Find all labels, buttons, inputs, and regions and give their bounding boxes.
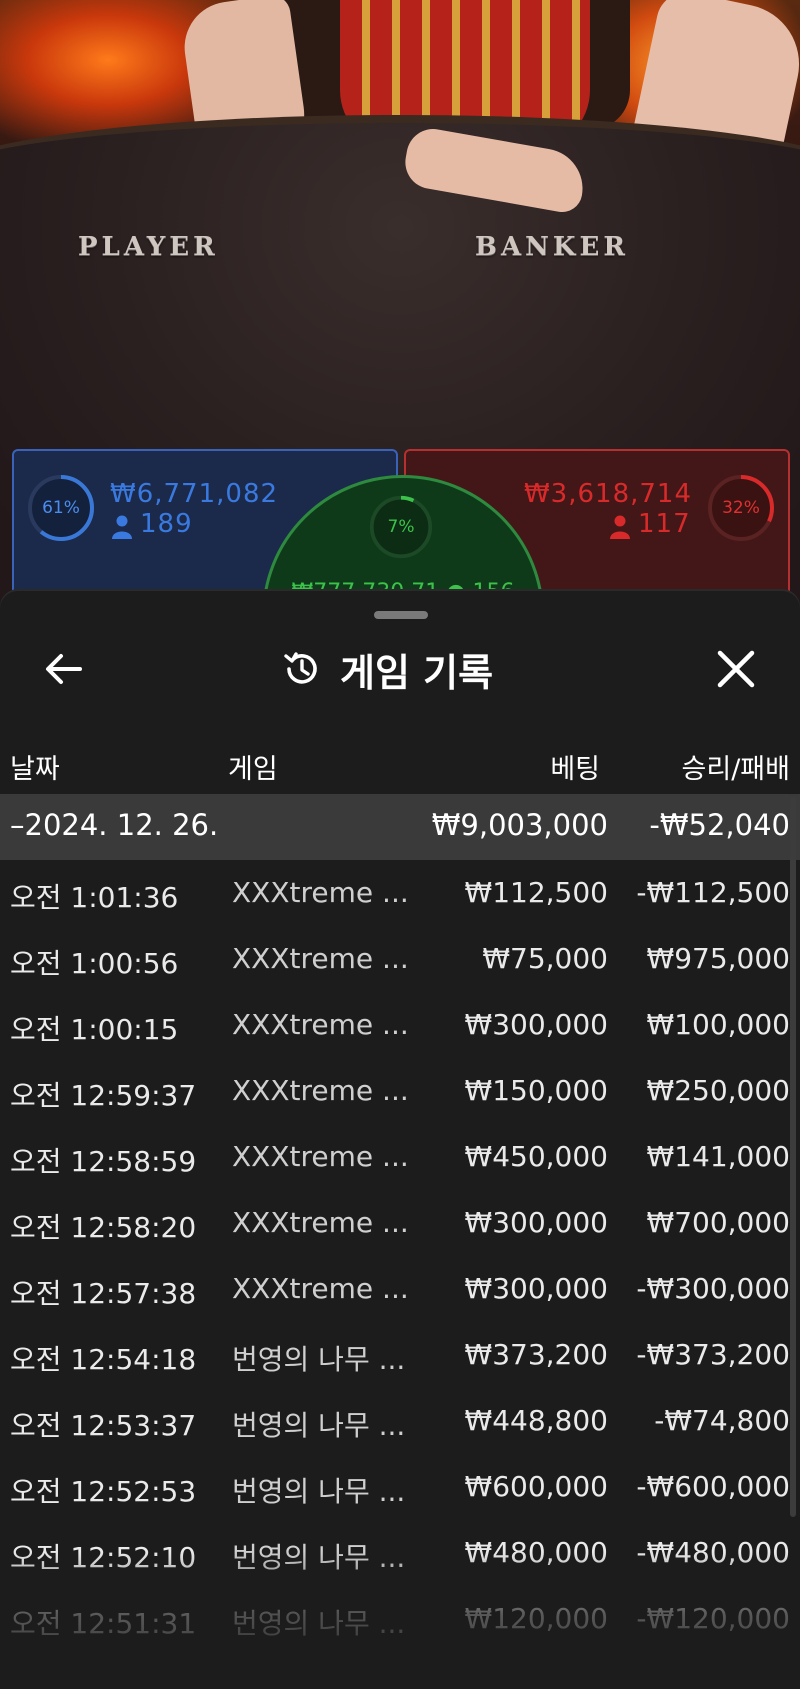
row-result: -₩112,500 <box>636 876 790 909</box>
banker-bet-count: 117 <box>638 509 691 539</box>
row-time: 오전 1:00:15 <box>10 1013 179 1046</box>
table-label-player: PLAYER <box>78 232 219 262</box>
date-group-win-loss-total: -₩52,040 <box>649 808 790 842</box>
history-rows: 오전 1:01:36 XXXtreme ... ₩112,500 -₩112,500 … <box>0 860 800 1652</box>
date-group-date: –2024. 12. 26. <box>10 808 219 842</box>
row-result: ₩141,000 <box>646 1140 790 1173</box>
row-game: 번영의 나무 ... <box>232 1409 406 1442</box>
arrow-left-icon <box>46 654 82 684</box>
row-game: XXXtreme ... <box>232 942 409 975</box>
game-history-sheet: 게임 기록 날짜 게임 베팅 승리/패배 –2024. 12. 26. ₩9,0… <box>0 591 800 1689</box>
player-bet-amount: ₩6,771,082 <box>110 479 279 509</box>
header-game: 게임 <box>228 754 278 785</box>
date-group-row[interactable]: –2024. 12. 26. ₩9,003,000 -₩52,040 <box>0 794 800 860</box>
row-bet: ₩300,000 <box>464 1008 608 1041</box>
date-group-bet-total: ₩9,003,000 <box>431 808 608 842</box>
row-result: -₩480,000 <box>636 1536 790 1569</box>
row-time: 오전 12:52:10 <box>10 1541 197 1574</box>
row-bet: ₩150,000 <box>464 1074 608 1107</box>
header-date: 날짜 <box>10 754 60 785</box>
back-button[interactable] <box>36 641 92 697</box>
row-game: XXXtreme ... <box>232 1008 409 1041</box>
row-game: XXXtreme ... <box>232 1272 409 1305</box>
row-time: 오전 12:57:38 <box>10 1277 197 1310</box>
row-game: 번영의 나무 ... <box>232 1343 406 1376</box>
table-row[interactable]: 오전 1:00:56 XXXtreme ... ₩75,000 ₩975,000 <box>0 926 800 992</box>
row-game: 번영의 나무 ... <box>232 1541 406 1574</box>
row-bet: ₩450,000 <box>464 1140 608 1173</box>
sheet-header: 게임 기록 <box>280 637 493 701</box>
sheet-drag-handle[interactable] <box>374 611 428 619</box>
player-bet-count: 189 <box>140 509 193 539</box>
row-result: -₩300,000 <box>636 1272 790 1305</box>
row-time: 오전 12:51:31 <box>10 1607 197 1640</box>
page-title: 게임 기록 <box>340 650 494 695</box>
row-bet: ₩120,000 <box>464 1602 608 1635</box>
close-icon <box>717 650 755 688</box>
row-bet: ₩448,800 <box>464 1404 608 1437</box>
table-header: 날짜 게임 베팅 승리/패배 <box>0 739 800 789</box>
row-result: -₩74,800 <box>654 1404 790 1437</box>
row-bet: ₩373,200 <box>464 1338 608 1371</box>
table-row[interactable]: 오전 12:59:37 XXXtreme ... ₩150,000 ₩250,000 <box>0 1058 800 1124</box>
row-bet: ₩300,000 <box>464 1206 608 1239</box>
row-game: 번영의 나무 ... <box>232 1475 406 1508</box>
close-button[interactable] <box>708 641 764 697</box>
row-time: 오전 12:54:18 <box>10 1343 197 1376</box>
table-row[interactable]: 오전 12:54:18 번영의 나무 ... ₩373,200 -₩373,200 <box>0 1322 800 1388</box>
row-bet: ₩600,000 <box>464 1470 608 1503</box>
table-row[interactable]: 오전 12:53:37 번영의 나무 ... ₩448,800 -₩74,800 <box>0 1388 800 1454</box>
banker-percent-label: 32% <box>722 498 760 518</box>
row-game: XXXtreme ... <box>232 1206 409 1239</box>
banker-user-icon <box>610 515 630 539</box>
row-result: -₩373,200 <box>636 1338 790 1371</box>
header-win-loss: 승리/패배 <box>681 754 790 785</box>
table-row[interactable]: 오전 12:52:53 번영의 나무 ... ₩600,000 -₩600,000 <box>0 1454 800 1520</box>
tie-percent-label: 7% <box>387 517 415 537</box>
row-time: 오전 12:59:37 <box>10 1079 197 1112</box>
table-row[interactable]: 오전 12:51:31 번영의 나무 ... ₩120,000 -₩120,000 <box>0 1586 800 1652</box>
row-time: 오전 12:53:37 <box>10 1409 197 1442</box>
row-time: 오전 1:01:36 <box>10 881 179 914</box>
player-user-icon <box>112 515 132 539</box>
row-result: -₩120,000 <box>636 1602 790 1635</box>
table-row[interactable]: 오전 12:58:20 XXXtreme ... ₩300,000 ₩700,000 <box>0 1190 800 1256</box>
row-game: XXXtreme ... <box>232 1140 409 1173</box>
row-bet: ₩300,000 <box>464 1272 608 1305</box>
row-bet: ₩480,000 <box>464 1536 608 1569</box>
scrollbar[interactable] <box>790 797 796 1517</box>
table-row[interactable]: 오전 12:58:59 XXXtreme ... ₩450,000 ₩141,000 <box>0 1124 800 1190</box>
row-time: 오전 1:00:56 <box>10 947 179 980</box>
banker-bet-amount: ₩3,618,714 <box>523 479 692 509</box>
table-row[interactable]: 오전 1:00:15 XXXtreme ... ₩300,000 ₩100,000 <box>0 992 800 1058</box>
table-row[interactable]: 오전 12:52:10 번영의 나무 ... ₩480,000 -₩480,000 <box>0 1520 800 1586</box>
row-result: ₩700,000 <box>646 1206 790 1239</box>
row-game: XXXtreme ... <box>232 876 409 909</box>
row-time: 오전 12:58:59 <box>10 1145 197 1178</box>
row-result: ₩975,000 <box>646 942 790 975</box>
row-result: ₩100,000 <box>646 1008 790 1041</box>
table-label-banker: BANKER <box>475 232 629 262</box>
history-icon <box>284 652 317 684</box>
row-result: -₩600,000 <box>636 1470 790 1503</box>
row-time: 오전 12:58:20 <box>10 1211 197 1244</box>
row-bet: ₩112,500 <box>464 876 608 909</box>
row-game: 번영의 나무 ... <box>232 1607 406 1640</box>
header-bet: 베팅 <box>550 754 600 785</box>
player-percent-label: 61% <box>42 498 80 518</box>
row-game: XXXtreme ... <box>232 1074 409 1107</box>
table-row[interactable]: 오전 1:01:36 XXXtreme ... ₩112,500 -₩112,500 <box>0 860 800 926</box>
row-time: 오전 12:52:53 <box>10 1475 197 1508</box>
row-bet: ₩75,000 <box>482 942 608 975</box>
table-row[interactable]: 오전 12:57:38 XXXtreme ... ₩300,000 -₩300,000 <box>0 1256 800 1322</box>
row-result: ₩250,000 <box>646 1074 790 1107</box>
